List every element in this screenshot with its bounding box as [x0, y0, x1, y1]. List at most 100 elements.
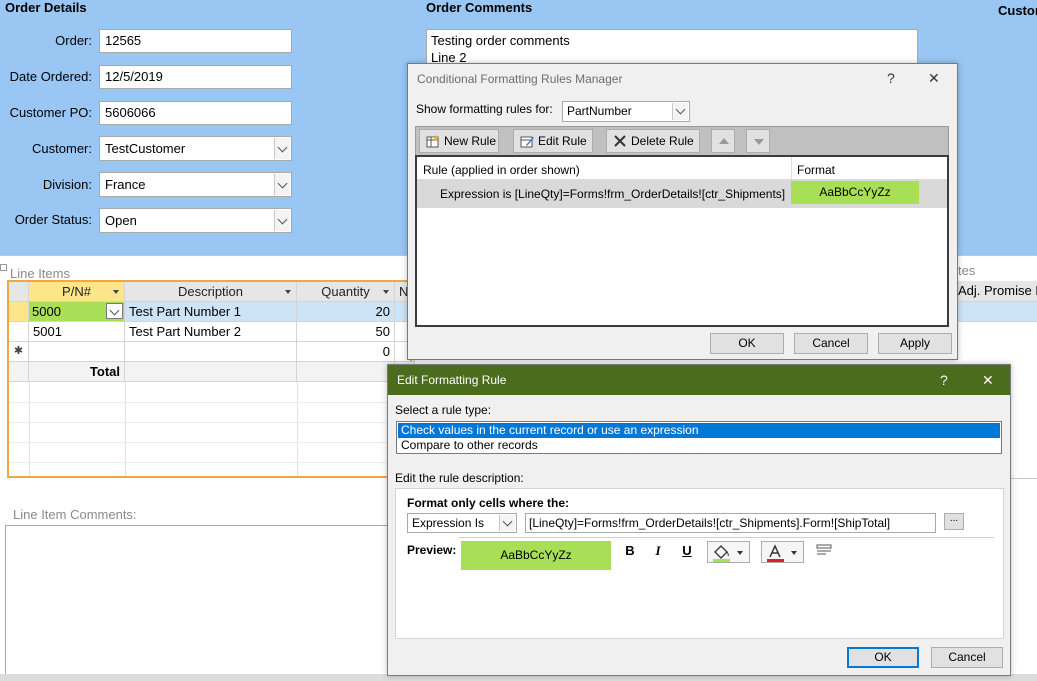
- show-rules-combo[interactable]: PartNumber: [562, 101, 690, 122]
- table-row-pn-cell[interactable]: [29, 342, 125, 362]
- line-items-label: Line Items: [10, 266, 70, 281]
- section-divider: [459, 537, 994, 538]
- rule-expression-text: Expression is [LineQty]=Forms!frm_OrderD…: [440, 187, 785, 201]
- chevron-down-icon: [737, 551, 743, 555]
- new-rule-icon: [426, 134, 440, 148]
- close-icon[interactable]: ✕: [928, 70, 940, 87]
- preview-label: Preview:: [407, 543, 457, 557]
- row-selector: [9, 362, 29, 382]
- help-icon[interactable]: ?: [940, 372, 948, 388]
- edit-rule-description-label: Edit the rule description:: [395, 471, 524, 485]
- table-row-description-cell[interactable]: Test Part Number 2: [125, 322, 297, 342]
- select-all-corner[interactable]: [9, 282, 29, 302]
- division-dropdown-button[interactable]: [274, 174, 290, 195]
- help-icon[interactable]: ?: [887, 70, 895, 86]
- condition-value: Expression Is: [412, 516, 485, 530]
- efr-title: Edit Formatting Rule: [388, 365, 1010, 395]
- row-selector[interactable]: [9, 322, 29, 342]
- show-rules-value: PartNumber: [567, 104, 632, 118]
- division-label: Division:: [42, 177, 92, 192]
- sort-arrow-icon[interactable]: [285, 290, 291, 294]
- move-down-button[interactable]: [746, 129, 770, 153]
- expression-builder-button[interactable]: ...: [944, 513, 964, 530]
- fill-color-button[interactable]: [707, 541, 750, 563]
- expand-icon[interactable]: [0, 264, 7, 271]
- rule-description-panel: Format only cells where the: Expression …: [395, 488, 1004, 639]
- line-item-comments-label: Line Item Comments:: [13, 507, 137, 522]
- arrow-up-icon: [719, 138, 729, 144]
- customer-label: Customer:: [32, 141, 92, 156]
- ok-button[interactable]: OK: [710, 333, 784, 354]
- show-rules-dropdown-button[interactable]: [672, 103, 688, 120]
- customer-dropdown-button[interactable]: [274, 138, 290, 159]
- font-color-button[interactable]: [761, 541, 804, 563]
- date-ordered-field[interactable]: 12/5/2019: [99, 65, 292, 89]
- rule-format-preview: AaBbCcYyZz: [791, 181, 919, 204]
- table-row-quantity-cell[interactable]: 20: [297, 302, 395, 322]
- order-status-value: Open: [105, 213, 137, 228]
- order-details-title: Order Details: [5, 0, 87, 15]
- grid-line: [9, 402, 410, 403]
- chevron-down-icon: [277, 178, 288, 189]
- division-combo[interactable]: France: [99, 172, 292, 197]
- chevron-down-icon: [502, 516, 513, 527]
- new-record-icon[interactable]: ✱: [9, 342, 29, 362]
- row-selector[interactable]: [9, 302, 29, 322]
- condition-combo[interactable]: Expression Is: [407, 513, 517, 533]
- new-rule-button[interactable]: New Rule: [419, 129, 499, 153]
- select-rule-type-label: Select a rule type:: [395, 403, 492, 417]
- column-header-quantity[interactable]: Quantity: [297, 282, 395, 302]
- table-row-quantity-cell[interactable]: 50: [297, 322, 395, 342]
- line-items-grid: P/N# Description Quantity N 5000 Test Pa…: [7, 280, 415, 478]
- order-status-dropdown-button[interactable]: [274, 210, 290, 231]
- customer-po-field[interactable]: 5606066: [99, 101, 292, 125]
- grid-line: [958, 321, 1037, 322]
- column-divider: [791, 157, 792, 179]
- close-icon[interactable]: ✕: [982, 372, 994, 389]
- rule-type-option-selected[interactable]: Check values in the current record or us…: [398, 423, 1000, 438]
- condition-dropdown-button[interactable]: [499, 515, 515, 531]
- customer-po-label: Customer PO:: [9, 105, 92, 120]
- cancel-button[interactable]: Cancel: [794, 333, 868, 354]
- expression-input[interactable]: [LineQty]=Forms!frm_OrderDetails![ctr_Sh…: [525, 513, 936, 533]
- grid-line: [9, 462, 410, 463]
- cancel-button[interactable]: Cancel: [931, 647, 1003, 668]
- sort-arrow-icon[interactable]: [383, 290, 389, 294]
- format-preview: AaBbCcYyZz: [461, 541, 611, 570]
- table-row-pn-cell[interactable]: 5001: [29, 322, 125, 342]
- table-row-quantity-cell[interactable]: 0: [297, 342, 395, 362]
- edit-formatting-rule-dialog: Edit Formatting Rule ? ✕ Select a rule t…: [387, 364, 1011, 676]
- rule-type-option[interactable]: Compare to other records: [398, 438, 1000, 453]
- italic-button[interactable]: I: [650, 543, 666, 559]
- grid-line: [9, 442, 410, 443]
- table-row-pn-cell[interactable]: 5000: [29, 302, 125, 322]
- apply-button[interactable]: Apply: [878, 333, 952, 354]
- sort-arrow-icon[interactable]: [113, 290, 119, 294]
- table-row-adj-promise-cell[interactable]: [958, 302, 1037, 321]
- chevron-down-icon: [277, 142, 288, 153]
- arrow-down-icon: [754, 139, 764, 145]
- underline-button[interactable]: U: [679, 543, 695, 558]
- conditional-formatting-rules-manager-dialog: Conditional Formatting Rules Manager ? ✕…: [407, 63, 958, 360]
- table-row-description-cell[interactable]: [125, 342, 297, 362]
- pn-dropdown-button[interactable]: [106, 303, 123, 319]
- ok-button[interactable]: OK: [847, 647, 919, 668]
- rule-row[interactable]: Expression is [LineQty]=Forms!frm_OrderD…: [417, 179, 947, 208]
- bold-button[interactable]: B: [622, 543, 638, 558]
- format-column-header: Format: [797, 163, 836, 177]
- edit-rule-button[interactable]: Edit Rule: [513, 129, 593, 153]
- column-header-description[interactable]: Description: [125, 282, 297, 302]
- conditional-format-icon[interactable]: [816, 544, 832, 556]
- total-quantity-cell: [297, 362, 395, 382]
- move-up-button[interactable]: [711, 129, 735, 153]
- column-header-pn[interactable]: P/N#: [29, 282, 125, 302]
- cfrm-title: Conditional Formatting Rules Manager: [408, 64, 957, 94]
- delete-rule-button[interactable]: Delete Rule: [606, 129, 700, 153]
- line-item-comments-field[interactable]: [5, 525, 390, 675]
- order-number-field[interactable]: 12565: [99, 29, 292, 53]
- order-status-combo[interactable]: Open: [99, 208, 292, 233]
- column-header-adj-promise[interactable]: Adj. Promise I: [958, 281, 1037, 302]
- customer-combo[interactable]: TestCustomer: [99, 136, 292, 161]
- table-row-description-cell[interactable]: Test Part Number 1: [125, 302, 297, 322]
- format-only-label: Format only cells where the:: [407, 496, 570, 510]
